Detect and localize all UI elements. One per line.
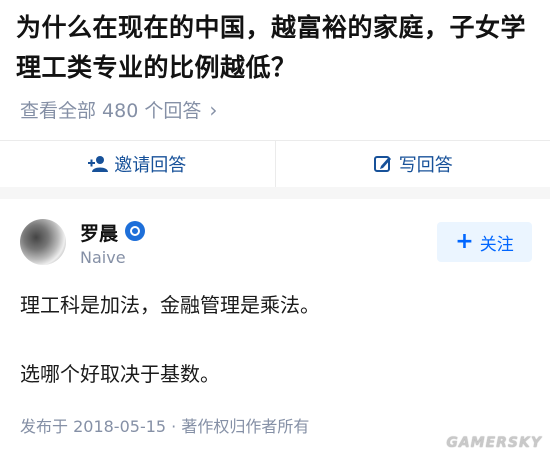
action-bar: 邀请回答 写回答 — [0, 141, 550, 187]
author-name[interactable]: 罗晨 — [80, 219, 118, 246]
add-user-icon — [88, 155, 109, 173]
view-all-label: 查看全部 480 个回答 — [20, 100, 202, 122]
invite-answer-label: 邀请回答 — [114, 155, 187, 176]
answer-paragraph: 理工科是加法，金融管理是乘法。 — [20, 293, 320, 317]
avatar[interactable] — [20, 219, 66, 265]
answer-paragraph: 选哪个好取决于基数。 — [20, 362, 220, 386]
question-title: 为什么在现在的中国，越富裕的家庭，子女学理工类专业的比例越低？ — [16, 13, 527, 82]
watermark: GAMERSKY — [446, 435, 542, 451]
write-answer-button[interactable]: 写回答 — [276, 141, 550, 187]
edit-icon — [373, 154, 393, 174]
follow-button[interactable]: + 关注 — [437, 222, 532, 262]
write-answer-label: 写回答 — [398, 155, 453, 176]
follow-label: 关注 — [479, 234, 514, 255]
author-headline: Naive — [80, 248, 126, 267]
invite-answer-button[interactable]: 邀请回答 — [0, 141, 275, 187]
view-all-answers-link[interactable]: 查看全部 480 个回答 › — [20, 96, 217, 123]
plus-icon: + — [455, 229, 474, 254]
answer-meta: 发布于 2018-05-15 · 著作权归作者所有 — [20, 417, 310, 436]
chevron-right-icon: › — [209, 97, 218, 122]
verified-badge-icon — [125, 221, 145, 241]
section-separator — [0, 187, 550, 199]
